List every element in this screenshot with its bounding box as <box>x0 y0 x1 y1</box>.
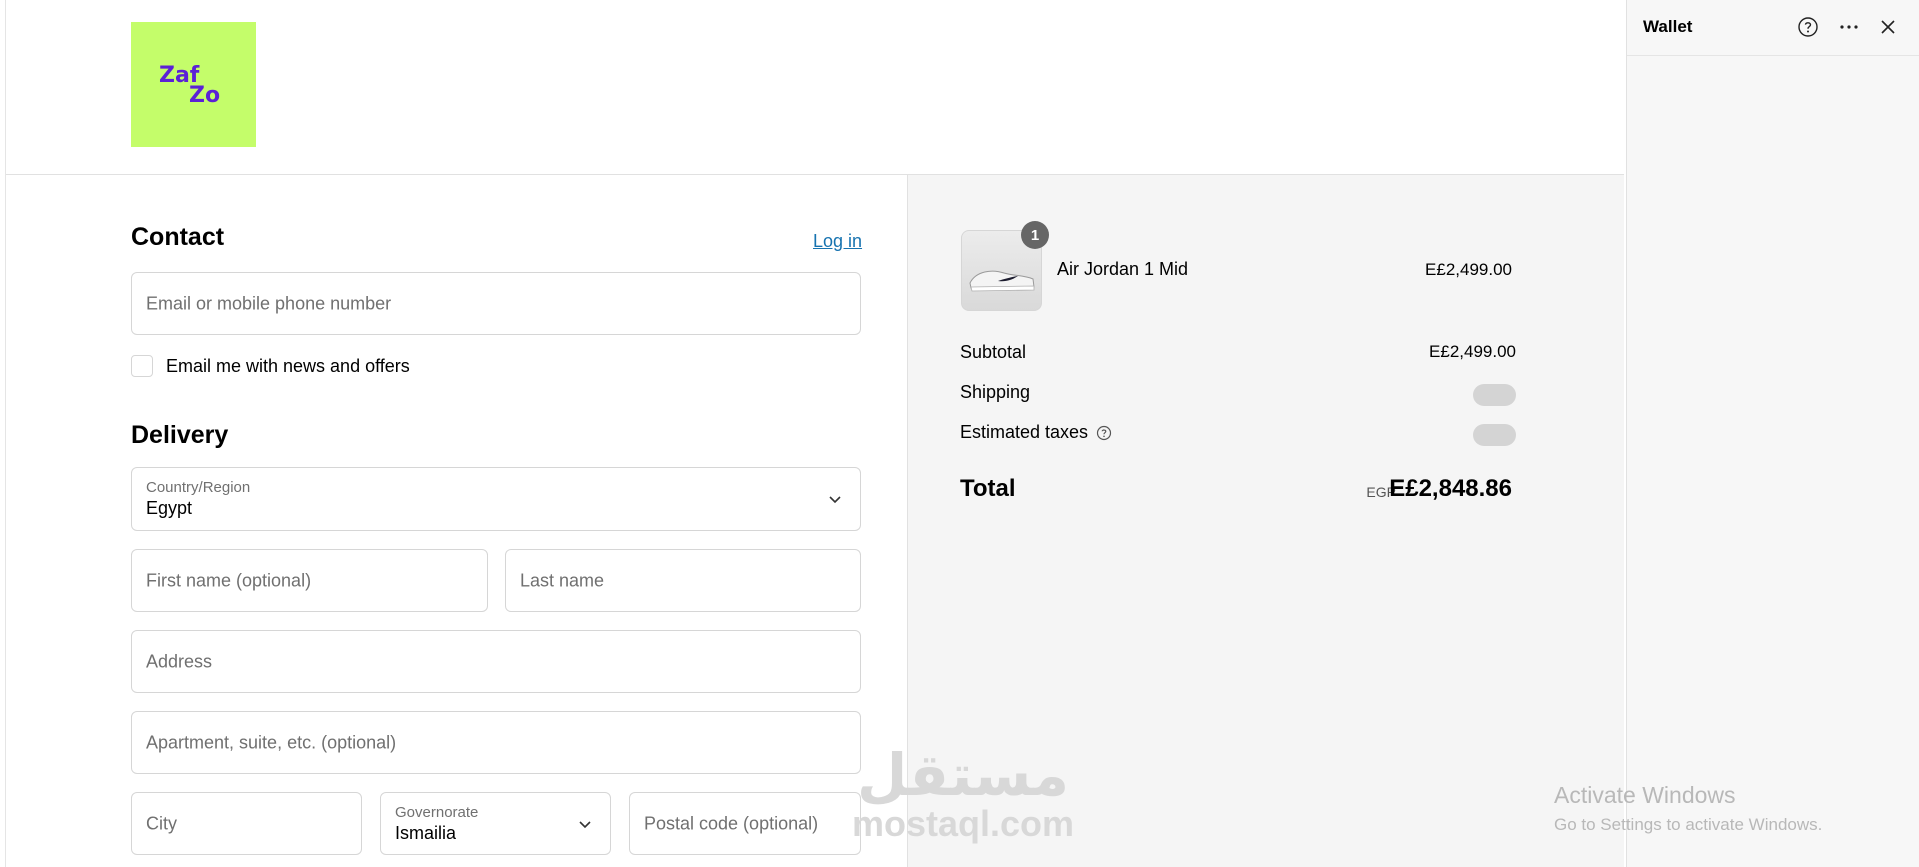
quantity-badge: 1 <box>1021 221 1049 249</box>
total-label: Total <box>960 475 1016 502</box>
product-price: E£2,499.00 <box>1425 260 1512 279</box>
postal-code-placeholder: Postal code (optional) <box>644 813 819 833</box>
svg-text:Zo: Zo <box>189 83 220 108</box>
subtotal-value: E£2,499.00 <box>1429 342 1516 361</box>
newsletter-checkbox[interactable] <box>131 355 153 377</box>
governorate-select[interactable]: Governorate Ismailia <box>380 792 611 855</box>
subtotal-row: Subtotal E£2,499.00 <box>960 342 1516 368</box>
taxes-row: Estimated taxes <box>960 422 1516 448</box>
contact-title: Contact <box>131 223 225 251</box>
checkout-header: Zaf Zo <box>6 0 1624 175</box>
taxes-loading-placeholder <box>1473 424 1516 446</box>
chevron-down-icon <box>579 820 591 828</box>
wallet-help-button[interactable] <box>1795 14 1821 40</box>
checkout-form: Contact Log in Email or mobile phone num… <box>6 175 908 867</box>
governorate-label: Governorate <box>395 804 479 821</box>
shipping-loading-placeholder <box>1473 384 1516 406</box>
postal-code-field[interactable]: Postal code (optional) <box>629 792 861 855</box>
total-value: E£2,848.86 <box>1389 475 1512 502</box>
activate-windows-subtitle: Go to Settings to activate Windows. <box>1554 815 1823 834</box>
checkout-page: Zaf Zo Contact Log in Email or mobile ph… <box>5 0 1624 867</box>
wallet-panel: Wallet <box>1626 0 1919 867</box>
shipping-row: Shipping <box>960 382 1516 408</box>
newsletter-label: Email me with news and offers <box>166 355 410 376</box>
close-icon <box>1881 20 1895 34</box>
mostaql-watermark: مستقل mostaql.com <box>843 746 1083 844</box>
activate-windows-notice: Activate Windows Go to Settings to activ… <box>1554 782 1822 835</box>
newsletter-option[interactable]: Email me with news and offers <box>131 354 410 378</box>
help-icon <box>1798 17 1818 37</box>
product-name: Air Jordan 1 Mid <box>1057 259 1189 279</box>
delivery-title: Delivery <box>131 421 229 449</box>
wallet-header: Wallet <box>1627 0 1919 56</box>
zafzo-logo-icon: Zaf Zo <box>159 63 220 108</box>
page: Zaf Zo Contact Log in Email or mobile ph… <box>0 0 1919 867</box>
wallet-title: Wallet <box>1643 17 1693 36</box>
country-value: Egypt <box>146 498 193 518</box>
activate-windows-title: Activate Windows <box>1554 782 1736 808</box>
country-label: Country/Region <box>146 479 251 496</box>
wallet-close-button[interactable] <box>1875 14 1901 40</box>
first-name-placeholder: First name (optional) <box>146 570 312 590</box>
brand-logo[interactable]: Zaf Zo <box>131 22 256 147</box>
first-name-field[interactable]: First name (optional) <box>131 549 488 612</box>
email-field[interactable]: Email or mobile phone number <box>131 272 861 335</box>
governorate-value: Ismailia <box>395 823 457 843</box>
product-thumbnail: 1 <box>961 221 1049 311</box>
apartment-field[interactable]: Apartment, suite, etc. (optional) <box>131 711 861 774</box>
address-field[interactable]: Address <box>131 630 861 693</box>
help-icon[interactable] <box>1096 425 1112 441</box>
taxes-label-text: Estimated taxes <box>960 422 1089 442</box>
watermark-latin: mostaql.com <box>851 803 1075 844</box>
more-icon <box>1840 25 1858 29</box>
address-placeholder: Address <box>146 651 213 671</box>
last-name-field[interactable]: Last name <box>505 549 861 612</box>
country-select[interactable]: Country/Region Egypt <box>131 467 861 531</box>
login-link[interactable]: Log in <box>813 231 862 252</box>
chevron-down-icon <box>829 496 841 504</box>
watermark-arabic: مستقل <box>856 741 1070 809</box>
wallet-more-button[interactable] <box>1836 14 1862 40</box>
subtotal-label: Subtotal <box>960 342 1027 362</box>
taxes-label: Estimated taxes <box>960 422 1112 443</box>
apartment-placeholder: Apartment, suite, etc. (optional) <box>146 732 397 752</box>
city-field[interactable]: City <box>131 792 362 855</box>
shipping-label: Shipping <box>960 382 1031 402</box>
last-name-placeholder: Last name <box>520 570 605 590</box>
city-placeholder: City <box>146 813 177 833</box>
email-placeholder: Email or mobile phone number <box>146 293 392 313</box>
